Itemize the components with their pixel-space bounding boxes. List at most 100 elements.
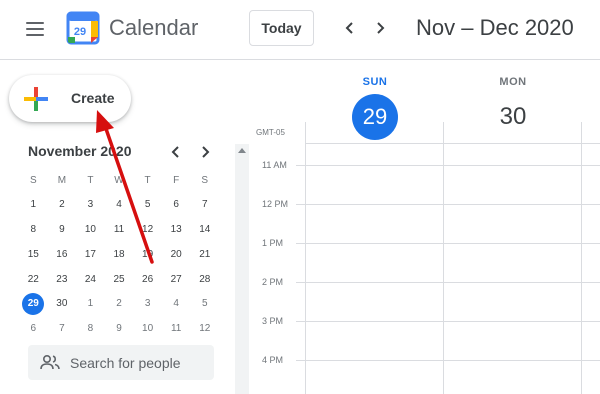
day-header-sunday[interactable]: SUN 29	[330, 62, 420, 140]
calendar-logo-icon: 29	[66, 11, 100, 45]
create-button[interactable]: Create	[9, 75, 131, 122]
grid-column-divider	[443, 122, 444, 394]
mini-calendar-day[interactable]: 2	[105, 292, 134, 316]
vertical-scrollbar[interactable]	[235, 144, 249, 394]
today-button[interactable]: Today	[249, 10, 314, 46]
mini-calendar-day[interactable]: 5	[190, 292, 219, 316]
day-number: 16	[56, 248, 68, 260]
mini-calendar-day[interactable]: 8	[76, 317, 105, 341]
hour-gridline	[296, 204, 600, 205]
mini-calendar-day[interactable]: 13	[162, 218, 191, 242]
mini-calendar-day[interactable]: 16	[48, 242, 77, 266]
mini-calendar-day[interactable]: 12	[190, 317, 219, 341]
day-number: 21	[199, 248, 211, 260]
previous-period-button[interactable]	[336, 14, 364, 42]
mini-calendar-day[interactable]: 9	[48, 218, 77, 242]
today-date-circle[interactable]: 29	[352, 94, 398, 140]
mini-calendar-day[interactable]: 28	[190, 267, 219, 291]
mini-calendar-next-button[interactable]	[194, 141, 216, 163]
mini-calendar-day[interactable]: 21	[190, 242, 219, 266]
mini-calendar-day[interactable]: 18	[105, 242, 134, 266]
day-number: 1	[87, 298, 94, 310]
weekday-label: W	[114, 174, 124, 186]
mini-calendar-day[interactable]: 4	[162, 292, 191, 316]
scroll-up-arrow-icon[interactable]	[238, 148, 246, 153]
mini-calendar-week: 8 9 10 11 12 13 14	[19, 218, 219, 243]
mini-calendar-day[interactable]: 11	[105, 218, 134, 242]
mini-calendar-grid: S M T W T F S 1 2 3 4 5 6 7 8 9 10 11 12 13 14 15 16 17 1…	[19, 168, 219, 342]
day-of-week-label: SUN	[362, 76, 388, 88]
mini-calendar-day[interactable]: 3	[76, 193, 105, 217]
mini-calendar-day[interactable]: 22	[19, 267, 48, 291]
mini-calendar-day[interactable]: 24	[76, 267, 105, 291]
mini-calendar-day[interactable]: 10	[133, 317, 162, 341]
mini-calendar-day[interactable]: 6	[19, 317, 48, 341]
day-number: 26	[142, 273, 154, 285]
mini-calendar-day[interactable]: 20	[162, 242, 191, 266]
all-day-divider	[305, 143, 600, 144]
day-number: 23	[56, 273, 68, 285]
day-number: 11	[170, 323, 182, 335]
mini-calendar-day[interactable]: 8	[19, 218, 48, 242]
chevron-left-icon	[171, 146, 179, 158]
day-number: 11	[113, 224, 125, 236]
day-number: 3	[144, 298, 151, 310]
mini-calendar-today[interactable]: 29	[19, 292, 48, 316]
grid-column-divider	[581, 122, 582, 394]
mini-calendar-day[interactable]: 10	[76, 218, 105, 242]
date-range-title: Nov – Dec 2020	[416, 15, 574, 40]
mini-calendar-day[interactable]: 4	[105, 193, 134, 217]
next-period-button[interactable]	[366, 14, 394, 42]
mini-calendar-week: 6 7 8 9 10 11 12	[19, 317, 219, 342]
mini-calendar-weekdays: S M T W T F S	[19, 168, 219, 193]
mini-calendar-day[interactable]: 11	[162, 317, 191, 341]
mini-calendar-day[interactable]: 1	[19, 193, 48, 217]
time-grid[interactable]	[235, 144, 600, 394]
day-number: 5	[201, 298, 208, 310]
mini-calendar-day[interactable]: 6	[162, 193, 191, 217]
mini-calendar-day[interactable]: 23	[48, 267, 77, 291]
day-date-number[interactable]: 30	[490, 94, 536, 140]
day-number: 4	[173, 298, 179, 310]
day-number: 29	[22, 292, 45, 315]
weekday-label: M	[57, 174, 67, 186]
mini-calendar-day[interactable]: 19	[133, 242, 162, 266]
people-icon	[40, 354, 60, 370]
hour-gridline	[296, 360, 600, 361]
day-header-monday[interactable]: MON 30	[468, 62, 558, 130]
mini-calendar-prev-button[interactable]	[165, 141, 187, 163]
day-number: 2	[59, 199, 65, 211]
search-people-input[interactable]: Search for people	[28, 345, 214, 380]
main-menu-button[interactable]	[20, 14, 50, 44]
day-number: 4	[116, 199, 122, 211]
mini-calendar-day[interactable]: 27	[162, 267, 191, 291]
mini-calendar-day[interactable]: 12	[133, 218, 162, 242]
mini-calendar-day[interactable]: 14	[190, 218, 219, 242]
mini-calendar-day[interactable]: 9	[105, 317, 134, 341]
mini-calendar-day[interactable]: 15	[19, 242, 48, 266]
day-number: 5	[144, 199, 151, 211]
hamburger-line	[26, 22, 44, 24]
hamburger-line	[26, 34, 44, 36]
mini-calendar-day[interactable]: 7	[48, 317, 77, 341]
mini-calendar-day[interactable]: 3	[133, 292, 162, 316]
day-number: 14	[199, 224, 211, 236]
mini-calendar-day[interactable]: 1	[76, 292, 105, 316]
mini-calendar-day[interactable]: 30	[48, 292, 77, 316]
mini-calendar-day[interactable]: 2	[48, 193, 77, 217]
day-number: 6	[30, 323, 37, 335]
day-number: 30	[56, 298, 68, 310]
mini-calendar-title: November 2020	[28, 143, 132, 159]
mini-calendar-day[interactable]: 17	[76, 242, 105, 266]
mini-calendar-day[interactable]: 7	[190, 193, 219, 217]
weekday-label: S	[201, 174, 209, 186]
mini-calendar-day[interactable]: 25	[105, 267, 134, 291]
chevron-left-icon	[345, 22, 353, 34]
mini-calendar-day[interactable]: 5	[133, 193, 162, 217]
hour-gridline	[296, 165, 600, 166]
day-number: 7	[201, 199, 208, 211]
day-number: 1	[30, 199, 37, 211]
mini-calendar-day[interactable]: 26	[133, 267, 162, 291]
hour-label: 12 PM	[262, 199, 289, 209]
day-of-week-label: MON	[499, 76, 527, 88]
